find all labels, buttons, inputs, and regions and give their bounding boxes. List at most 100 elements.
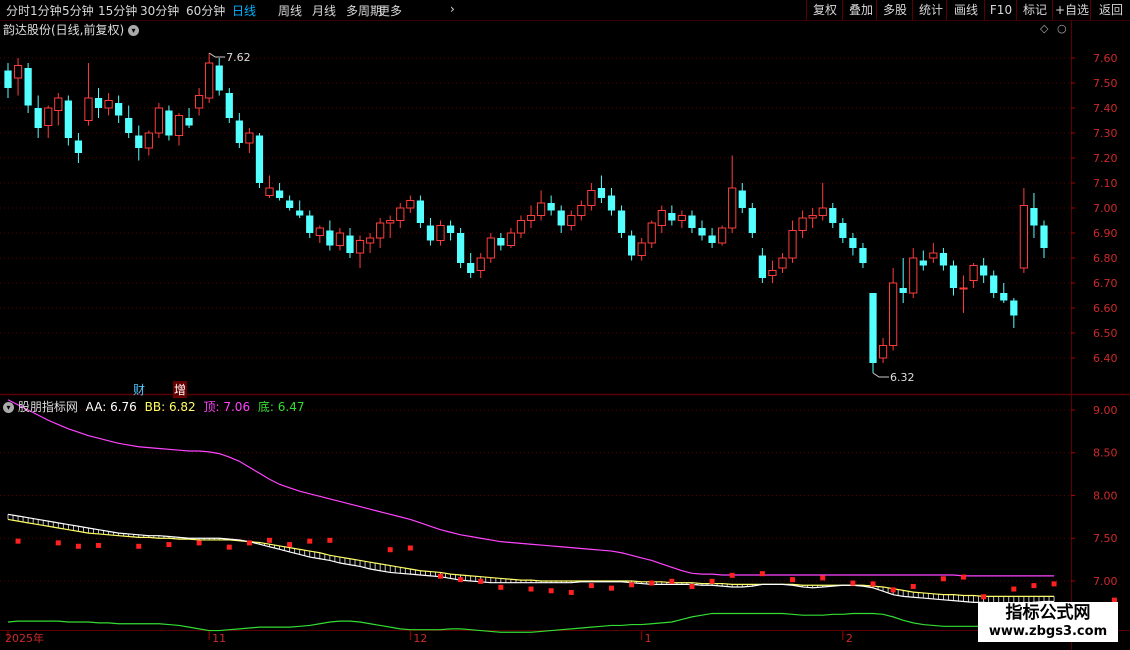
signal-dot — [1031, 583, 1037, 589]
candle-body-up — [577, 205, 586, 216]
candle-body-down — [4, 70, 12, 88]
logo-line1: 指标公式网 — [1005, 603, 1091, 623]
xaxis-label: 11 — [212, 632, 226, 645]
candle-body-down — [869, 293, 877, 363]
candle-body-down — [215, 65, 223, 91]
candle-body-down — [849, 238, 857, 248]
candle-body-up — [718, 227, 727, 244]
candle-body-down — [24, 68, 32, 106]
signal-dot — [458, 577, 464, 583]
candle-body-up — [768, 270, 777, 276]
chevron-down-icon[interactable]: ▾ — [128, 25, 140, 36]
diamond-icon[interactable]: ◇ — [1040, 22, 1048, 35]
signal-dot — [96, 542, 102, 548]
signal-dot — [267, 537, 273, 543]
candle-body-up — [516, 220, 526, 234]
candle-body-down — [597, 188, 606, 198]
price-tick-label: 7.40 — [1093, 102, 1118, 115]
xaxis-label: 2025年 — [5, 631, 44, 645]
candle-body-up — [657, 210, 666, 226]
chart-canvas: 7.60 7.50 7.40 7.30 7.20 7.10 7.00 6.90 6.80 6.70… — [0, 20, 1130, 650]
signal-dot — [407, 545, 413, 551]
high-marker-line — [208, 52, 226, 58]
candle-body-down — [1040, 225, 1048, 248]
signal-dot — [790, 577, 796, 583]
signal-dot — [890, 587, 896, 593]
candle-body-down — [94, 98, 103, 108]
signal-dot — [136, 543, 142, 549]
candle-body-down — [859, 248, 867, 263]
candle-body-up — [476, 257, 485, 271]
candle-body-down — [949, 265, 958, 288]
candle-body-up — [567, 215, 576, 226]
candle-body-up — [335, 232, 345, 246]
signal-dot — [729, 572, 735, 578]
signal-dot — [759, 571, 765, 577]
top-value: 顶: 7.06 — [203, 400, 251, 414]
signal-dot — [438, 573, 444, 579]
candle-body-down — [225, 93, 233, 118]
signal-dot — [498, 584, 504, 590]
price-tick-label: 7.30 — [1093, 127, 1118, 140]
candle-body-down — [125, 118, 133, 133]
candle-body-down — [306, 215, 314, 233]
candle-body-down — [899, 288, 907, 293]
price-panel-title: 韵达股份(日线,前复权) ▾ — [3, 21, 140, 38]
candle-body-up — [788, 230, 797, 259]
candle-body-down — [1030, 208, 1038, 226]
candle-body-down — [135, 135, 143, 148]
signal-dot — [287, 542, 293, 548]
candle-body-up — [1019, 205, 1029, 269]
candle-body-up — [13, 65, 23, 79]
signal-dot — [669, 578, 675, 584]
candle-body-up — [647, 222, 656, 244]
candle-body-up — [436, 225, 445, 241]
candle-body-up — [396, 207, 405, 221]
high-price-label: 7.62 — [226, 51, 251, 64]
candle-body-down — [668, 213, 676, 221]
price-tick-label: 7.50 — [1093, 77, 1118, 90]
event-mark-increase[interactable]: 增 — [173, 381, 188, 398]
candle-body-down — [708, 235, 716, 243]
candle-body-down — [416, 200, 425, 223]
price-tick-label: 6.70 — [1093, 277, 1118, 290]
price-tick-label: 7.60 — [1093, 52, 1118, 65]
candle-body-down — [446, 225, 455, 233]
price-tick-label: 7.20 — [1093, 152, 1118, 165]
indicator-tick-label: 7.50 — [1093, 532, 1118, 545]
aa-value: AA: 6.76 — [85, 400, 137, 414]
signal-dot — [1011, 586, 1017, 592]
signal-dot — [629, 582, 635, 588]
indicator-panel-title: ▾ 股朋指标网 AA: 6.76 BB: 6.82 顶: 7.06 底: 6.4… — [3, 398, 304, 415]
candle-body-down — [275, 190, 284, 198]
signal-dot — [478, 578, 484, 584]
signal-dot — [15, 538, 21, 544]
signal-dot — [689, 583, 695, 589]
candle-body-up — [889, 282, 898, 346]
indicator-tick-label: 7.00 — [1093, 575, 1118, 588]
event-mark-finance[interactable]: 财 — [133, 381, 145, 398]
signal-dot — [961, 574, 967, 580]
candle-body-down — [74, 140, 83, 153]
candle-body-down — [919, 260, 927, 266]
signal-dot — [307, 538, 313, 544]
candle-body-down — [426, 225, 435, 241]
candle-body-up — [406, 200, 415, 209]
candle-body-down — [467, 263, 475, 273]
candle-body-up — [84, 97, 93, 121]
candle-body-up — [486, 237, 495, 259]
bb-value: BB: 6.82 — [144, 400, 196, 414]
candle-body-up — [778, 257, 787, 269]
candle-body-down — [738, 190, 746, 208]
bottom-value: 底: 6.47 — [257, 400, 305, 414]
candle-body-down — [1000, 293, 1008, 301]
bottom-line — [7, 612, 1055, 633]
signal-dot — [55, 540, 61, 546]
stock-title: 韵达股份(日线,前复权) — [3, 23, 125, 37]
chevron-down-icon[interactable]: ▾ — [3, 402, 14, 413]
candle-body-up — [536, 202, 546, 216]
candle-body-down — [547, 203, 555, 211]
signal-dot — [166, 542, 172, 548]
candle-body-down — [286, 200, 294, 208]
circle-icon[interactable]: ○ — [1057, 22, 1067, 35]
